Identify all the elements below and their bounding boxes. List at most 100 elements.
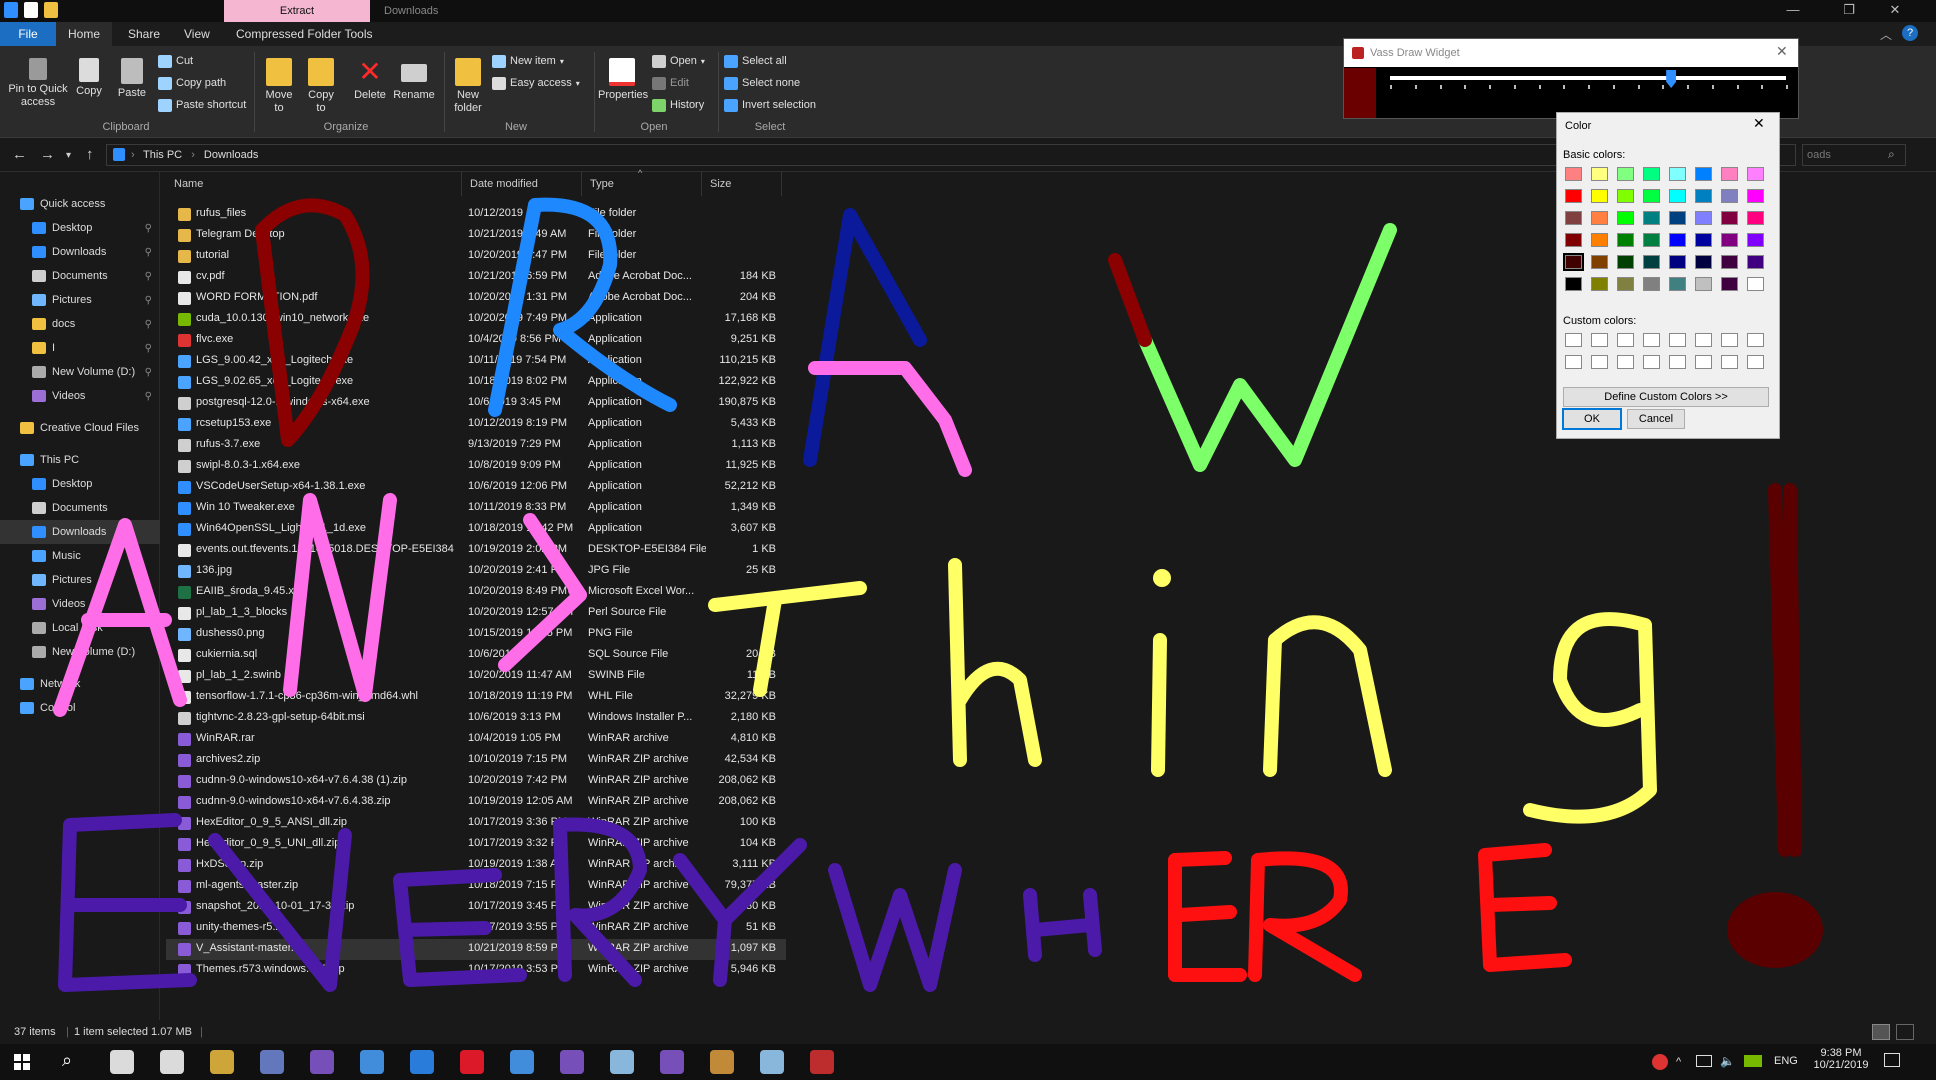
current-color-swatch[interactable] xyxy=(1344,68,1376,118)
taskbar-app-icon[interactable] xyxy=(110,1050,134,1074)
taskbar-app-icon[interactable] xyxy=(460,1050,484,1074)
cancel-button[interactable]: Cancel xyxy=(1627,409,1685,429)
file-row[interactable]: Telegram Desktop 10/21/2019 3:49 AM File f… xyxy=(166,225,786,246)
file-row[interactable]: ml-agents-master.zip 10/18/2019 7:15 PM Wi… xyxy=(166,876,786,897)
basic-color-swatch[interactable] xyxy=(1669,189,1686,203)
basic-color-swatch[interactable] xyxy=(1695,277,1712,291)
breadcrumb-this-pc[interactable]: This PC xyxy=(143,149,182,161)
nav-item-quick-access[interactable]: Quick access xyxy=(0,192,160,216)
file-row[interactable]: flvc.exe 10/4/2019 8:56 PM Application 9,25… xyxy=(166,330,786,351)
taskbar-app-icon[interactable] xyxy=(760,1050,784,1074)
column-size[interactable]: Size xyxy=(702,172,782,196)
copy-path-button[interactable]: Copy path xyxy=(158,74,226,92)
network-icon[interactable] xyxy=(1696,1055,1712,1067)
file-row[interactable]: pl_lab_1_3_blocks 10/20/2019 12:57 PM Perl… xyxy=(166,603,786,624)
basic-color-swatch[interactable] xyxy=(1695,167,1712,181)
easy-access-button[interactable]: Easy access ▾ xyxy=(492,74,580,92)
file-row[interactable]: EAIIB_środa_9.45.xlsx 10/20/2019 8:49 PM M… xyxy=(166,582,786,603)
file-row[interactable]: cukiernia.sql 10/6/2019 SQL Source File 20 … xyxy=(166,645,786,666)
file-row[interactable]: Themes.r573.windows.560.zip 10/17/2019 3:… xyxy=(166,960,786,981)
color-dialog-close-icon[interactable]: ✕ xyxy=(1753,115,1765,132)
file-row[interactable]: archives2.zip 10/10/2019 7:15 PM WinRAR ZI… xyxy=(166,750,786,771)
column-name[interactable]: Name xyxy=(166,172,462,196)
basic-color-swatch[interactable] xyxy=(1591,233,1608,247)
notifications-icon[interactable] xyxy=(1884,1053,1900,1067)
basic-color-swatch[interactable] xyxy=(1695,255,1712,269)
properties-icon[interactable] xyxy=(24,2,38,18)
invert-selection-button[interactable]: Invert selection xyxy=(724,96,816,114)
volume-icon[interactable]: 🔈 xyxy=(1720,1054,1735,1068)
back-arrow-icon[interactable]: ← xyxy=(12,146,27,163)
basic-color-swatch[interactable] xyxy=(1747,277,1764,291)
nav-item-music[interactable]: Music xyxy=(0,544,160,568)
delete-button[interactable]: ✕ Delete xyxy=(352,58,388,102)
custom-color-swatch[interactable] xyxy=(1747,333,1764,347)
basic-color-swatch[interactable] xyxy=(1617,233,1634,247)
custom-color-swatch[interactable] xyxy=(1643,355,1660,369)
nav-item-downloads[interactable]: Downloads ⚲ xyxy=(0,240,160,264)
tab-home[interactable]: Home xyxy=(56,22,113,46)
search-icon[interactable]: ⌕ xyxy=(62,1050,72,1071)
basic-color-swatch[interactable] xyxy=(1643,277,1660,291)
file-row[interactable]: postgresql-12.0-1-windows-x64.exe 10/6/20… xyxy=(166,393,786,414)
copy-button[interactable]: Copy xyxy=(74,58,104,98)
basic-color-swatch[interactable] xyxy=(1669,233,1686,247)
nav-item-pictures[interactable]: Pictures ⚲ xyxy=(0,288,160,312)
nav-item-local-disk[interactable]: Local Disk xyxy=(0,616,160,640)
nav-item-i[interactable]: I ⚲ xyxy=(0,336,160,360)
nav-item-new-volume-d[interactable]: New Volume (D:) ⚲ xyxy=(0,360,160,384)
address-field[interactable]: › This PC › Downloads xyxy=(106,144,1796,166)
select-none-button[interactable]: Select none xyxy=(724,74,800,92)
taskbar-app-icon[interactable] xyxy=(510,1050,534,1074)
nvidia-icon[interactable] xyxy=(1744,1055,1762,1067)
taskbar-app-icon[interactable] xyxy=(610,1050,634,1074)
forward-arrow-icon[interactable]: → xyxy=(40,146,55,163)
basic-color-swatch[interactable] xyxy=(1565,189,1582,203)
taskbar-app-icon[interactable] xyxy=(160,1050,184,1074)
basic-color-swatch[interactable] xyxy=(1617,211,1634,225)
tab-file[interactable]: File xyxy=(0,22,56,46)
rename-button[interactable]: Rename xyxy=(392,58,436,102)
file-row[interactable]: Win 10 Tweaker.exe 10/11/2019 8:33 PM Appl… xyxy=(166,498,786,519)
file-row[interactable]: unity-themes-r5.zip 10/17/2019 3:55 PM Win… xyxy=(166,918,786,939)
basic-color-swatch[interactable] xyxy=(1617,277,1634,291)
custom-color-swatch[interactable] xyxy=(1565,333,1582,347)
nav-item-this-pc[interactable]: This PC xyxy=(0,448,160,472)
file-row[interactable]: WinRAR.rar 10/4/2019 1:05 PM WinRAR archiv… xyxy=(166,729,786,750)
paste-shortcut-button[interactable]: Paste shortcut xyxy=(158,96,246,114)
file-row[interactable]: cv.pdf 10/21/2019 6:59 PM Adobe Acrobat Do… xyxy=(166,267,786,288)
file-row[interactable]: V_Assistant-master.zip 10/21/2019 8:59 PM… xyxy=(166,939,786,960)
ok-button[interactable]: OK xyxy=(1562,408,1622,430)
nav-item-creative-cloud-files[interactable]: Creative Cloud Files xyxy=(0,416,160,440)
cut-button[interactable]: Cut xyxy=(158,52,193,70)
file-row[interactable]: Win64OpenSSL_Light-1_1_1d.exe 10/18/2019 … xyxy=(166,519,786,540)
up-arrow-icon[interactable]: ↑ xyxy=(86,146,94,163)
brush-size-slider-thumb[interactable] xyxy=(1666,70,1677,88)
file-row[interactable]: tutorial 10/20/2019 3:47 PM File folder xyxy=(166,246,786,267)
taskbar-app-icon[interactable] xyxy=(260,1050,284,1074)
basic-color-swatch[interactable] xyxy=(1695,233,1712,247)
nav-item-documents[interactable]: Documents ⚲ xyxy=(0,264,160,288)
taskbar-app-icon[interactable] xyxy=(410,1050,434,1074)
file-row[interactable]: dushess0.png 10/15/2019 11:45 PM PNG File xyxy=(166,624,786,645)
history-button[interactable]: History xyxy=(652,96,704,114)
clock[interactable]: 9:38 PM 10/21/2019 xyxy=(1806,1047,1876,1071)
nav-item-downloads[interactable]: Downloads xyxy=(0,520,160,544)
nav-item-new-volume-d[interactable]: New Volume (D:) xyxy=(0,640,160,664)
basic-color-swatch[interactable] xyxy=(1747,233,1764,247)
custom-color-swatch[interactable] xyxy=(1747,355,1764,369)
nav-item-pictures[interactable]: Pictures xyxy=(0,568,160,592)
nav-item-videos[interactable]: Videos ⚲ xyxy=(0,384,160,408)
close-button[interactable]: ✕ xyxy=(1872,0,1918,20)
move-to-button[interactable]: Move to xyxy=(262,58,296,115)
basic-color-swatch[interactable] xyxy=(1721,167,1738,181)
basic-color-swatch[interactable] xyxy=(1565,167,1582,181)
basic-color-swatch[interactable] xyxy=(1565,277,1582,291)
basic-color-swatch[interactable] xyxy=(1643,255,1660,269)
paste-button[interactable]: Paste xyxy=(114,58,150,100)
taskbar-app-icon[interactable] xyxy=(310,1050,334,1074)
details-view-icon[interactable] xyxy=(1872,1024,1890,1040)
new-folder-button[interactable]: New folder xyxy=(452,58,484,115)
taskbar-app-icon[interactable] xyxy=(660,1050,684,1074)
basic-color-swatch[interactable] xyxy=(1721,211,1738,225)
